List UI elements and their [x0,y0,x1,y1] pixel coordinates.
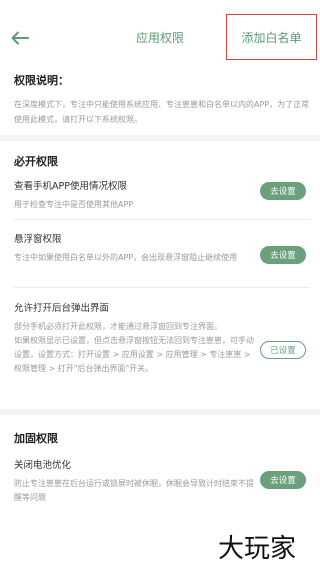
perm-item-background-popup: 允许打开后台弹出界面 部分手机必须打开此权限，才能通过悬浮窗回到专注界面。 如果… [14,300,310,376]
item-divider [14,287,310,288]
perm-name: 悬浮窗权限 [14,234,62,245]
section-divider [0,135,320,141]
enhance-section-title: 加固权限 [14,432,58,445]
intro-text: 在深度模式下，专注中只能使用系统应用、专注崽崽和白名单以内的APP，为了正常使用… [14,100,310,124]
perm-name: 允许打开后台弹出界面 [14,303,110,314]
section-divider [0,409,320,415]
usage-access-setup-button[interactable]: 去设置 [260,182,306,200]
perm-name: 关闭电池优化 [14,460,72,471]
perm-desc: 用于检查专注中是否使用其他APP [14,200,134,209]
perm-desc: 防止专注崽崽在后台运行或锁屏时被休眠，休眠会导致计时结束不提醒等问题 [14,479,254,502]
perm-desc: 部分手机必须打开此权限，才能通过悬浮窗回到专注界面。 如果权限显示已设置，但点击… [14,320,254,376]
watermark-logo: 大玩家 [218,534,297,564]
perm-desc-line: 如果权限显示已设置，但点击悬浮窗按钮无法回到专注崽崽，可手动设置。设置方式：打开… [14,336,254,373]
required-section-title: 必开权限 [14,155,58,168]
permission-intro: 权限说明： 在深度模式下，专注中只能使用系统应用、专注崽崽和白名单以内的APP，… [14,72,310,127]
add-whitelist-button[interactable]: 添加白名单 [226,14,317,60]
intro-title: 权限说明： [14,74,69,87]
item-divider [14,219,310,220]
top-bar: 应用权限 添加白名单 [0,0,320,72]
perm-desc: 专注中如果使用白名单以外的APP，会出现悬浮窗阻止继续使用 [14,253,238,262]
perm-desc-line: 部分手机必须打开此权限，才能通过悬浮窗回到专注界面。 [14,322,222,331]
battery-setup-button[interactable]: 去设置 [260,471,306,489]
background-popup-status-button[interactable]: 已设置 [260,341,306,359]
overlay-setup-button[interactable]: 去设置 [260,246,306,264]
